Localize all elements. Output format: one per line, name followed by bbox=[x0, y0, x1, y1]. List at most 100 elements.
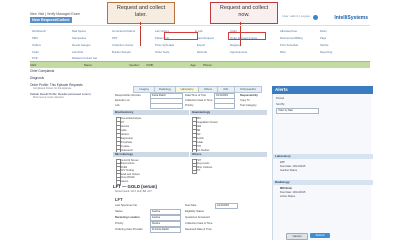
patient-name-label: Name: bbox=[83, 63, 93, 67]
test-category-label: Test Category bbox=[240, 104, 257, 107]
date-of-test-label: Date/Time of Test bbox=[185, 94, 206, 97]
test-label: Phosphate bbox=[120, 140, 132, 144]
episode-location-label: Episode Loc bbox=[115, 99, 130, 102]
user-info[interactable]: User: admin | Logout bbox=[282, 14, 310, 18]
nav-item[interactable]: Mapping bbox=[230, 43, 241, 47]
status-field[interactable]: Inactive bbox=[150, 209, 181, 215]
order-profile-sub: Completed Orders for this Episode bbox=[33, 87, 72, 90]
lft-heading: LFT bbox=[115, 197, 123, 202]
nav-item[interactable]: Rad Spans bbox=[72, 29, 86, 33]
nav-item[interactable]: Misc bbox=[280, 50, 286, 54]
test-label: Urea & Electrolytes bbox=[120, 116, 142, 120]
nav-item[interactable]: Referral bbox=[197, 50, 207, 54]
nav-item[interactable]: Pkgs bbox=[320, 36, 326, 40]
cancel-button[interactable]: Cancel bbox=[286, 233, 308, 240]
nav-item[interactable]: Appointments bbox=[230, 50, 247, 54]
section-haematology[interactable]: Haematology bbox=[190, 110, 267, 115]
tab-radiology[interactable]: Radiology bbox=[154, 86, 176, 93]
alert-rad-item[interactable]: MRI Brain bbox=[280, 187, 292, 190]
nav-item[interactable]: Other Tests bbox=[155, 50, 169, 54]
nav-item[interactable]: Proto Schedule bbox=[155, 43, 174, 47]
patient-banner: CHC: Name: Gender: DOB: Age: Phone: bbox=[30, 61, 370, 68]
pinned-label: Pinned bbox=[276, 97, 285, 100]
test-label: Amylase bbox=[120, 144, 130, 148]
tab-orthopaedics[interactable]: Orthopaedics bbox=[234, 86, 262, 93]
nav-item[interactable]: PCP bbox=[32, 56, 38, 60]
nav-item[interactable]: Reporting bbox=[320, 50, 332, 54]
nav-item[interactable]: Result Gauges bbox=[72, 43, 91, 47]
section-others[interactable]: Others bbox=[190, 152, 267, 157]
due-date-field[interactable]: 10/12/2015 bbox=[215, 203, 238, 209]
nav-item[interactable]: Stocks bbox=[320, 43, 328, 47]
section-microbiology[interactable]: Microbiology bbox=[113, 152, 189, 157]
alert-rad-meta2: Active Status bbox=[280, 195, 296, 198]
nav-item[interactable]: Outbox bbox=[32, 43, 41, 47]
tab-avil[interactable]: AVIL bbox=[217, 86, 235, 93]
alert-rad-meta: Due Date: 10/12/2015 bbox=[280, 191, 306, 194]
questions-label: Questions Answered bbox=[185, 216, 210, 219]
ordering-provider-field[interactable]: Dr Fanta Radiol bbox=[150, 227, 181, 233]
alerts-laboratory-header[interactable]: Laboratory bbox=[272, 154, 373, 159]
requested-by-label: Requested By bbox=[240, 94, 258, 97]
last-specimen-label: Last Specimen No. bbox=[115, 204, 138, 207]
alert-lab-item[interactable]: LFT bbox=[280, 161, 285, 164]
nav-item[interactable]: Workbench bbox=[32, 29, 46, 33]
nav-item[interactable]: Refer bbox=[320, 29, 327, 33]
receiving-location-field[interactable]: Inactive bbox=[150, 215, 181, 221]
test-label: Ferritin bbox=[196, 136, 204, 140]
alerts-radiology-header[interactable]: Radiology bbox=[272, 180, 373, 185]
receiving-location-label: Receiving Location bbox=[115, 216, 140, 219]
nav-item[interactable]: Allocated Fee bbox=[280, 29, 297, 33]
test-label: TFT bbox=[196, 169, 201, 173]
screen-title: New Request/Collect bbox=[30, 17, 72, 23]
test-label: Magnesium bbox=[120, 136, 133, 140]
nav-item[interactable]: Immunized Patient bbox=[112, 29, 135, 33]
diagnosis-toggle[interactable]: Diagnosis bbox=[30, 76, 44, 80]
test-label: Glucose bbox=[120, 124, 130, 128]
nav-item[interactable]: Related Contact Set bbox=[72, 56, 97, 60]
test-label: INR bbox=[196, 128, 201, 132]
received-label: Received Date & Time bbox=[185, 228, 212, 231]
alerts-header: Alerts bbox=[272, 86, 373, 94]
chief-complaints-toggle[interactable]: Chief Complaints bbox=[30, 69, 54, 73]
tab-imaging[interactable]: Imaging bbox=[133, 86, 155, 93]
eligibility-label: Eligibility Status bbox=[185, 210, 204, 213]
test-label: ESR bbox=[196, 124, 202, 128]
nav-item[interactable]: Referenced Billing bbox=[280, 36, 303, 40]
order-tabs: Imaging Radiology Laboratory Others AVIL… bbox=[113, 86, 269, 93]
lab-field[interactable] bbox=[150, 103, 183, 109]
nav-item[interactable]: Print Schedule bbox=[280, 43, 298, 47]
nav-item[interactable]: Chart bbox=[32, 50, 39, 54]
lft-subtitle: Sorted result: GGT, ALP, Bili, ALT bbox=[115, 190, 152, 193]
nav-row-1: Workbench Rad Spans Immunized Patient La… bbox=[30, 28, 370, 34]
sort-by-label: Sort By bbox=[276, 103, 285, 106]
nav-item-new-request[interactable]: New Request bbox=[197, 36, 214, 40]
copy-to-label: Copy To bbox=[240, 99, 250, 102]
nav-item[interactable]: PMU bbox=[32, 36, 38, 40]
submit-button[interactable]: Submit bbox=[310, 233, 330, 238]
priority-label: Priority bbox=[185, 104, 194, 107]
tab-laboratory[interactable]: Laboratory bbox=[175, 86, 199, 93]
sort-select[interactable]: Order by Date bbox=[276, 108, 319, 114]
priority-field[interactable] bbox=[214, 103, 235, 109]
priority-detail-field[interactable]: Routine bbox=[150, 221, 181, 227]
tab-others[interactable]: Others bbox=[198, 86, 218, 93]
nav-item[interactable]: PDT bbox=[112, 36, 118, 40]
nav-item[interactable]: Collection Center bbox=[112, 43, 133, 47]
responsible-clinician-label: Responsible Clinician bbox=[115, 94, 141, 97]
status-label: Status bbox=[115, 210, 123, 213]
test-label: Folate bbox=[196, 140, 203, 144]
patient-phone-label: Phone: bbox=[203, 63, 213, 67]
highlight-order-request-future bbox=[228, 32, 266, 40]
test-label: PTH bbox=[196, 144, 201, 148]
logo-icon bbox=[313, 15, 318, 20]
nav-item[interactable]: Bucket Sample bbox=[112, 50, 131, 54]
nav-item[interactable]: Export bbox=[197, 43, 205, 47]
nav-item[interactable]: Stampedes bbox=[72, 36, 86, 40]
section-biochemistry[interactable]: Biochemistry bbox=[113, 110, 189, 115]
test-label: Faeces bbox=[120, 179, 129, 183]
nav-item[interactable]: Lab Refs bbox=[72, 50, 83, 54]
patient-age-label: Age: bbox=[190, 63, 197, 67]
callout-request-now: Request and collect now. bbox=[210, 2, 278, 24]
alert-lab-meta: Due Date: 10/12/2015 bbox=[280, 165, 306, 168]
